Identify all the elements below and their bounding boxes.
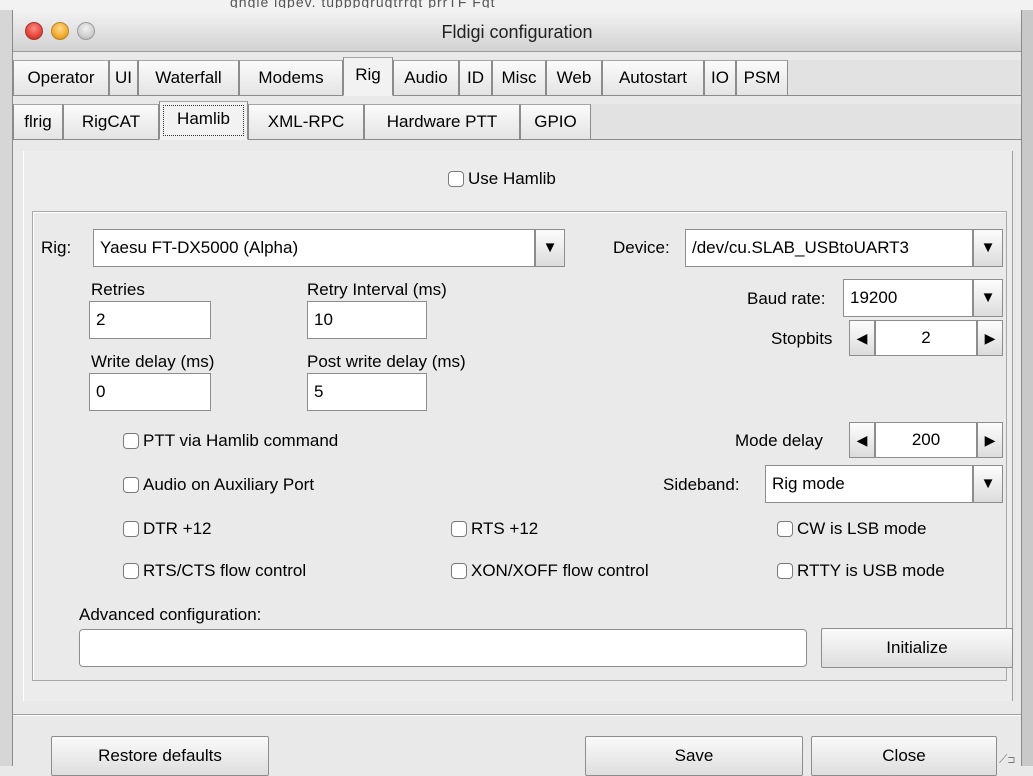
use-hamlib-checkbox[interactable] xyxy=(448,171,464,187)
device-dropdown-icon[interactable]: ▼ xyxy=(973,229,1003,267)
config-window: Fldigi configuration Operator UI Waterfa… xyxy=(12,10,1022,776)
device-label: Device: xyxy=(613,238,670,257)
sub-tab-bar: flrig RigCAT Hamlib XML-RPC Hardware PTT… xyxy=(13,101,1021,140)
tab-web[interactable]: Web xyxy=(546,60,602,96)
sub-tab-filler xyxy=(591,104,1021,140)
write-delay-input[interactable]: 0 xyxy=(89,373,211,411)
retries-input[interactable]: 2 xyxy=(89,301,211,339)
close-button[interactable]: Close xyxy=(811,736,997,776)
audio-aux-label: Audio on Auxiliary Port xyxy=(143,475,315,494)
tab-id[interactable]: ID xyxy=(459,60,492,96)
rig-dropdown-icon[interactable]: ▼ xyxy=(535,229,565,267)
tab-waterfall[interactable]: Waterfall xyxy=(138,60,239,96)
cw-lsb-label: CW is LSB mode xyxy=(797,519,927,538)
advanced-config-input[interactable] xyxy=(79,629,807,667)
tab-operator[interactable]: Operator xyxy=(13,60,109,96)
baud-rate-dropdown-icon[interactable]: ▼ xyxy=(973,279,1003,317)
ptt-hamlib-checkbox[interactable] xyxy=(123,433,139,449)
post-write-delay-label: Post write delay (ms) xyxy=(307,352,466,371)
stopbits-decrement-icon[interactable]: ◀ xyxy=(849,320,875,356)
background-text: ghgie igpev. tupppgrugtrrgt prrTF Fgt xyxy=(230,0,496,8)
tab-rig[interactable]: Rig xyxy=(343,57,393,96)
save-button[interactable]: Save xyxy=(585,736,803,776)
retries-label: Retries xyxy=(91,280,145,299)
tab-gpio[interactable]: GPIO xyxy=(520,104,591,140)
desktop-background-left xyxy=(0,10,12,766)
stopbits-value[interactable]: 2 xyxy=(875,320,977,356)
retry-interval-input[interactable]: 10 xyxy=(307,301,427,339)
mode-delay-increment-icon[interactable]: ▶ xyxy=(977,422,1003,458)
tab-io[interactable]: IO xyxy=(704,60,736,96)
baud-rate-label: Baud rate: xyxy=(747,289,826,308)
retry-interval-label: Retry Interval (ms) xyxy=(307,280,447,299)
hamlib-panel: Use Hamlib Rig: Yaesu FT-DX5000 (Alpha) … xyxy=(23,151,1013,701)
xon-xoff-checkbox[interactable] xyxy=(451,563,467,579)
tab-modems[interactable]: Modems xyxy=(239,60,343,96)
rtty-usb-label: RTTY is USB mode xyxy=(797,561,945,580)
audio-aux-checkbox[interactable] xyxy=(123,477,139,493)
post-write-delay-input[interactable]: 5 xyxy=(307,373,427,411)
hamlib-settings-group: Rig: Yaesu FT-DX5000 (Alpha) ▼ Device: /… xyxy=(32,211,1013,681)
tab-ui[interactable]: UI xyxy=(109,60,138,96)
tab-xml-rpc[interactable]: XML-RPC xyxy=(248,104,364,140)
device-select[interactable]: /dev/cu.SLAB_USBtoUART3 xyxy=(685,229,973,267)
rts-cts-checkbox[interactable] xyxy=(123,563,139,579)
sideband-dropdown-icon[interactable]: ▼ xyxy=(973,465,1003,503)
dtr-label: DTR +12 xyxy=(143,519,212,538)
tab-psm[interactable]: PSM xyxy=(736,60,788,96)
stopbits-increment-icon[interactable]: ▶ xyxy=(977,320,1003,356)
sideband-select[interactable]: Rig mode xyxy=(765,465,973,503)
resize-grip-icon[interactable]: ⟋⊐ xyxy=(999,752,1019,766)
tab-hamlib[interactable]: Hamlib xyxy=(159,101,248,140)
tab-misc[interactable]: Misc xyxy=(492,60,546,96)
mode-delay-value[interactable]: 200 xyxy=(875,422,977,458)
rtty-usb-checkbox[interactable] xyxy=(777,563,793,579)
xon-xoff-label: XON/XOFF flow control xyxy=(471,561,649,580)
write-delay-label: Write delay (ms) xyxy=(91,352,215,371)
advanced-config-label: Advanced configuration: xyxy=(79,605,262,624)
tab-flrig[interactable]: flrig xyxy=(13,104,63,140)
rig-label: Rig: xyxy=(41,238,72,257)
restore-defaults-button[interactable]: Restore defaults xyxy=(51,736,269,776)
rts-checkbox[interactable] xyxy=(451,521,467,537)
use-hamlib-label: Use Hamlib xyxy=(468,169,556,188)
rig-select[interactable]: Yaesu FT-DX5000 (Alpha) xyxy=(93,229,535,267)
ptt-hamlib-label: PTT via Hamlib command xyxy=(143,431,339,450)
desktop-background-right xyxy=(1022,10,1033,766)
dtr-checkbox[interactable] xyxy=(123,521,139,537)
rts-label: RTS +12 xyxy=(471,519,539,538)
footer-separator xyxy=(13,714,1021,716)
window-title: Fldigi configuration xyxy=(441,22,593,42)
rts-cts-label: RTS/CTS flow control xyxy=(143,561,307,580)
sideband-label: Sideband: xyxy=(663,475,740,494)
cw-lsb-checkbox[interactable] xyxy=(777,521,793,537)
mode-delay-label: Mode delay xyxy=(735,431,823,450)
tab-hardware-ptt[interactable]: Hardware PTT xyxy=(364,104,520,140)
tab-autostart[interactable]: Autostart xyxy=(602,60,704,96)
main-tab-filler xyxy=(788,60,1021,96)
baud-rate-select[interactable]: 19200 xyxy=(843,279,973,317)
tab-rigcat[interactable]: RigCAT xyxy=(63,104,159,140)
tab-audio[interactable]: Audio xyxy=(393,60,459,96)
main-tab-bar: Operator UI Waterfall Modems Rig Audio I… xyxy=(13,57,1021,96)
mode-delay-decrement-icon[interactable]: ◀ xyxy=(849,422,875,458)
initialize-button[interactable]: Initialize xyxy=(821,628,1013,668)
stopbits-label: Stopbits xyxy=(771,329,833,348)
